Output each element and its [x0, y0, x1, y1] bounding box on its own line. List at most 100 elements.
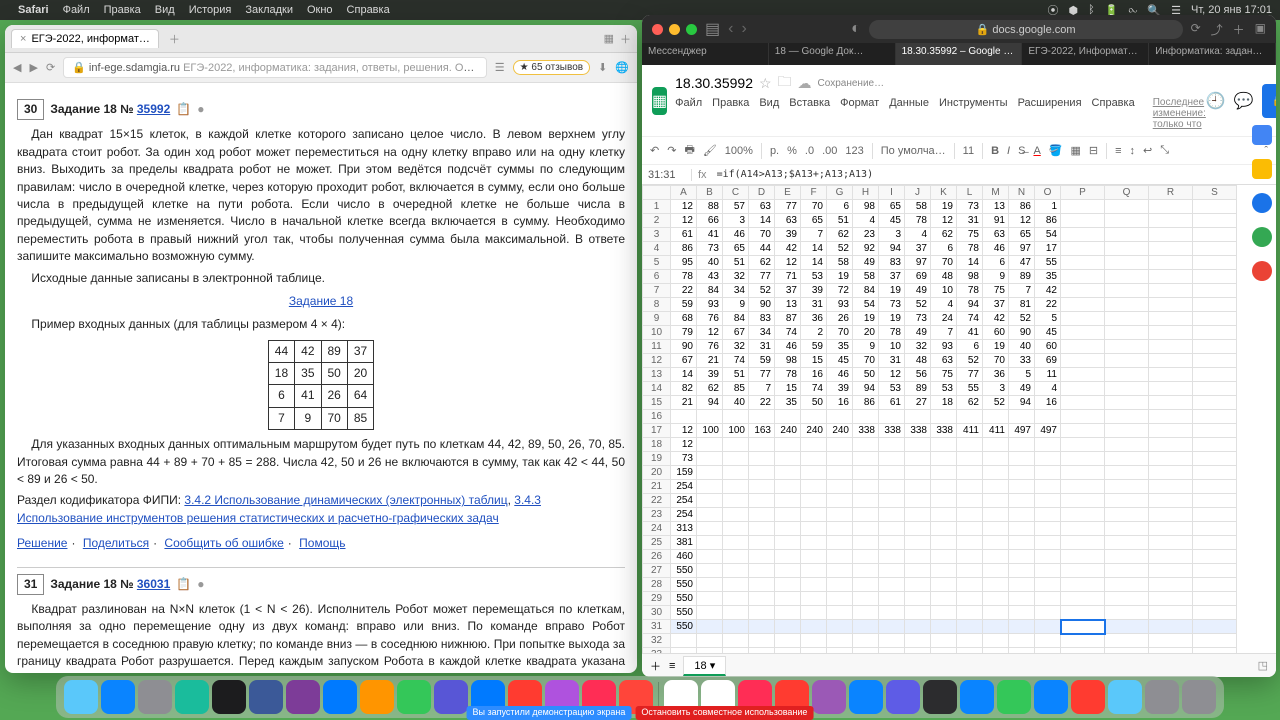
cell[interactable]: 93 [931, 340, 957, 354]
italic-icon[interactable]: I [1007, 145, 1010, 157]
row-header[interactable]: 22 [643, 494, 671, 508]
cell[interactable] [1149, 396, 1193, 410]
cell[interactable] [1105, 354, 1149, 368]
cell[interactable]: 52 [983, 396, 1009, 410]
cell[interactable]: 98 [853, 200, 879, 214]
row-header[interactable]: 21 [643, 480, 671, 494]
tab-plus-icon[interactable]: ＋ [620, 31, 631, 47]
cell[interactable]: 254 [671, 508, 697, 522]
cell[interactable] [1061, 298, 1105, 312]
status-dot-icon[interactable]: ● [197, 576, 204, 593]
cell[interactable] [1193, 354, 1237, 368]
cell[interactable] [1105, 452, 1149, 466]
extension-icon[interactable]: ⬇ [598, 61, 607, 74]
cell[interactable]: 22 [1035, 298, 1061, 312]
cell[interactable] [1193, 592, 1237, 606]
cell[interactable]: 98 [957, 270, 983, 284]
cell[interactable]: 497 [1009, 424, 1035, 438]
cell[interactable]: 21 [697, 354, 723, 368]
format-button[interactable]: 123 [845, 145, 863, 157]
cell[interactable] [1149, 284, 1193, 298]
cell[interactable] [983, 536, 1009, 550]
cell[interactable]: 55 [957, 382, 983, 396]
cell[interactable] [697, 438, 723, 452]
column-header[interactable]: P [1061, 186, 1105, 200]
cell[interactable]: 27 [905, 396, 931, 410]
cell[interactable]: 63 [775, 214, 801, 228]
calendar-icon[interactable] [1252, 125, 1272, 145]
cell[interactable]: 66 [697, 214, 723, 228]
cell[interactable]: 34 [749, 326, 775, 340]
cell[interactable]: 65 [801, 214, 827, 228]
chrome-url-field[interactable]: 🔒 docs.google.com [869, 20, 1183, 39]
menu-file[interactable]: Файл [63, 4, 90, 16]
cell[interactable] [1193, 256, 1237, 270]
cell[interactable] [957, 536, 983, 550]
cell[interactable]: 51 [723, 368, 749, 382]
url-field[interactable]: 🔒 inf-ege.sdamgia.ru ЕГЭ-2022, информати… [63, 57, 487, 78]
cell[interactable] [723, 648, 749, 654]
cell[interactable] [697, 522, 723, 536]
cell[interactable]: 97 [905, 256, 931, 270]
cell[interactable] [801, 508, 827, 522]
cell[interactable]: 13 [775, 298, 801, 312]
cell[interactable] [1009, 648, 1035, 654]
cell[interactable] [853, 606, 879, 620]
cell[interactable]: 65 [723, 242, 749, 256]
docs-menu-item[interactable]: Справка [1092, 97, 1135, 130]
cell[interactable] [1009, 466, 1035, 480]
dock-app[interactable] [1034, 680, 1068, 714]
cell[interactable] [723, 592, 749, 606]
cell[interactable] [983, 606, 1009, 620]
column-header[interactable]: G [827, 186, 853, 200]
doc-title[interactable]: 18.30.35992 [675, 75, 753, 91]
cell[interactable] [827, 606, 853, 620]
column-header[interactable]: M [983, 186, 1009, 200]
cell[interactable] [931, 438, 957, 452]
cell[interactable] [1149, 354, 1193, 368]
cell[interactable]: 84 [853, 284, 879, 298]
undo-icon[interactable]: ↶ [650, 144, 659, 157]
cell[interactable] [827, 592, 853, 606]
cell[interactable] [1009, 438, 1035, 452]
cell[interactable]: 75 [957, 228, 983, 242]
cell[interactable]: 77 [749, 368, 775, 382]
docs-menu-item[interactable]: Вставка [789, 97, 830, 130]
cell[interactable]: 12 [697, 326, 723, 340]
cell[interactable] [1193, 536, 1237, 550]
cell[interactable] [879, 452, 905, 466]
cell[interactable]: 47 [1009, 256, 1035, 270]
dock-app[interactable] [960, 680, 994, 714]
cell[interactable]: 45 [879, 214, 905, 228]
cell[interactable]: 32 [905, 340, 931, 354]
cell[interactable]: 73 [697, 242, 723, 256]
cell[interactable] [1193, 648, 1237, 654]
column-header[interactable]: I [879, 186, 905, 200]
cell[interactable] [1061, 606, 1105, 620]
cell[interactable]: 12 [931, 214, 957, 228]
cell[interactable] [957, 466, 983, 480]
cell[interactable] [983, 620, 1009, 634]
cell[interactable] [931, 522, 957, 536]
keep-icon[interactable] [1252, 159, 1272, 179]
cell[interactable]: 41 [697, 228, 723, 242]
cell[interactable] [1061, 564, 1105, 578]
cell[interactable] [1193, 438, 1237, 452]
cell[interactable] [749, 592, 775, 606]
cell[interactable] [853, 466, 879, 480]
cell[interactable]: 338 [905, 424, 931, 438]
cell[interactable] [957, 648, 983, 654]
cell[interactable]: 77 [775, 200, 801, 214]
cell[interactable] [983, 550, 1009, 564]
cell[interactable] [723, 494, 749, 508]
cell[interactable]: 69 [1035, 354, 1061, 368]
cell[interactable]: 59 [671, 298, 697, 312]
cell[interactable] [905, 578, 931, 592]
cell[interactable] [697, 494, 723, 508]
task-id-link[interactable]: 36031 [137, 577, 170, 591]
all-sheets-button[interactable]: ≡ [669, 660, 675, 672]
cell[interactable]: 46 [723, 228, 749, 242]
cell[interactable] [1061, 494, 1105, 508]
cell[interactable] [1193, 620, 1237, 634]
cell[interactable] [957, 564, 983, 578]
